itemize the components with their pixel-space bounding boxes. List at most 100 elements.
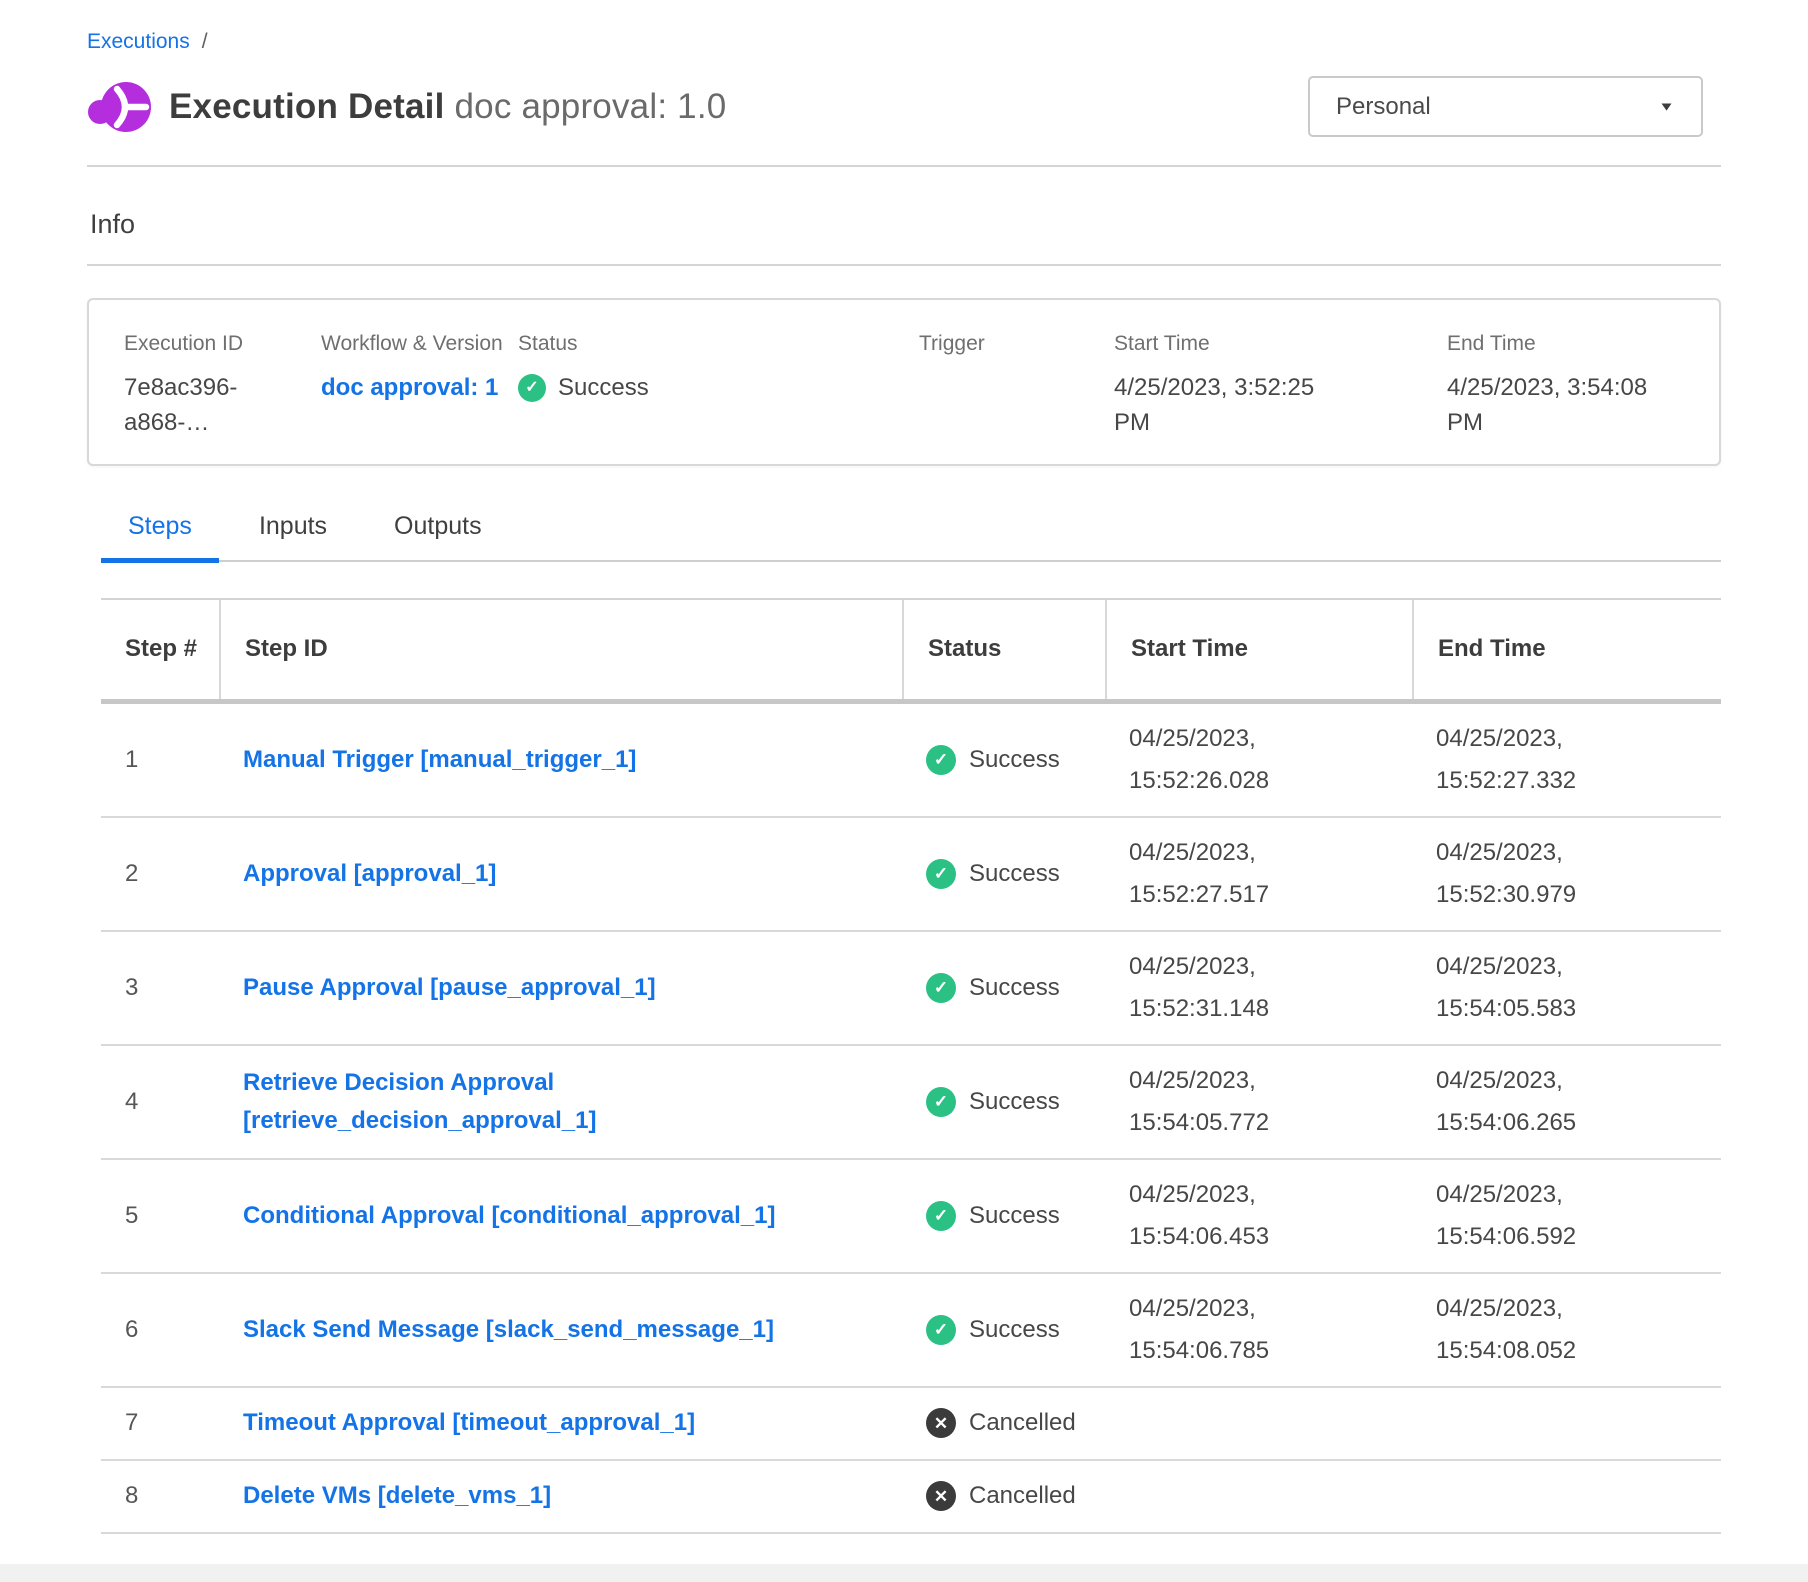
step-id-link[interactable]: Retrieve Decision Approval [retrieve_dec…	[243, 1064, 886, 1138]
info-field-execution-id: Execution ID 7e8ac396-a868-…	[124, 332, 321, 464]
title-divider	[87, 165, 1721, 167]
end-time-label: End Time	[1447, 332, 1719, 356]
success-icon: ✓	[926, 973, 956, 1003]
end-time: 04/25/2023, 15:52:30.979	[1436, 832, 1614, 916]
tab-steps[interactable]: Steps	[101, 512, 219, 563]
success-icon: ✓	[518, 374, 546, 402]
table-row: 4 Retrieve Decision Approval [retrieve_de…	[101, 1046, 1721, 1160]
status-cell: ✕ Cancelled	[902, 1408, 1105, 1438]
info-field-start-time: Start Time 4/25/2023, 3:52:25 PM	[1114, 332, 1447, 464]
step-id-link[interactable]: Slack Send Message [slack_send_message_1…	[243, 1311, 774, 1348]
info-field-workflow-version: Workflow & Version doc approval: 1	[321, 332, 518, 464]
column-header-start-time: Start Time	[1105, 600, 1412, 699]
start-time-value: 4/25/2023, 3:52:25 PM	[1114, 371, 1329, 441]
info-field-trigger: Trigger	[919, 332, 1114, 464]
status-text: Success	[969, 860, 1060, 888]
table-row: 6 Slack Send Message [slack_send_message_…	[101, 1274, 1721, 1388]
tab-bar: Steps Inputs Outputs	[101, 512, 1721, 562]
start-time-label: Start Time	[1114, 332, 1447, 356]
info-heading: Info	[90, 209, 1721, 240]
info-field-status: Status ✓ Success	[518, 332, 919, 464]
end-time: 04/25/2023, 15:54:08.052	[1436, 1288, 1614, 1372]
step-number: 2	[101, 860, 219, 888]
execution-id-value: 7e8ac396-a868-…	[124, 371, 321, 441]
workflow-version-link[interactable]: doc approval: 1	[321, 371, 518, 406]
end-time-value: 4/25/2023, 3:54:08 PM	[1447, 371, 1662, 441]
start-time: 04/25/2023, 15:52:26.028	[1129, 718, 1307, 802]
status-text: Cancelled	[969, 1409, 1076, 1437]
start-time: 04/25/2023, 15:54:06.785	[1129, 1288, 1307, 1372]
workspace-select-value: Personal	[1336, 93, 1431, 121]
status-text: Success	[969, 1316, 1060, 1344]
workspace-select[interactable]: Personal ▼	[1308, 76, 1703, 137]
status-label: Status	[518, 332, 919, 356]
workflow-logo-icon	[87, 78, 151, 136]
step-id-link[interactable]: Approval [approval_1]	[243, 855, 496, 892]
table-header: Step # Step ID Status Start Time End Tim…	[101, 598, 1721, 704]
status-value: Success	[558, 371, 649, 406]
table-row: 3 Pause Approval [pause_approval_1] ✓ Succe…	[101, 932, 1721, 1046]
step-id-link[interactable]: Manual Trigger [manual_trigger_1]	[243, 741, 636, 778]
success-icon: ✓	[926, 859, 956, 889]
column-header-status: Status	[902, 600, 1105, 699]
table-row: 8 Delete VMs [delete_vms_1] ✕Cancelled	[101, 1461, 1721, 1534]
breadcrumb-separator: /	[202, 30, 208, 54]
step-number: 5	[101, 1202, 219, 1230]
step-id-link[interactable]: Timeout Approval [timeout_approval_1]	[243, 1404, 695, 1441]
step-number: 7	[101, 1409, 219, 1437]
success-icon: ✓	[926, 745, 956, 775]
status-text: Success	[969, 746, 1060, 774]
table-row: 1 Manual Trigger [manual_trigger_1] ✓ Succe…	[101, 704, 1721, 818]
page-subtitle: doc approval: 1.0	[455, 87, 727, 126]
success-icon: ✓	[926, 1087, 956, 1117]
step-number: 4	[101, 1088, 219, 1116]
step-id-link[interactable]: Pause Approval [pause_approval_1]	[243, 969, 656, 1006]
trigger-label: Trigger	[919, 332, 1114, 356]
chevron-down-icon: ▼	[1658, 99, 1675, 113]
end-time: 04/25/2023, 15:52:27.332	[1436, 718, 1614, 802]
step-number: 6	[101, 1316, 219, 1344]
tab-inputs[interactable]: Inputs	[232, 512, 354, 563]
page-title: Execution Detail	[169, 87, 445, 126]
execution-detail-page: Executions / Execution Detail doc approva…	[0, 0, 1808, 1534]
start-time: 04/25/2023, 15:52:31.148	[1129, 946, 1307, 1030]
status-text: Success	[969, 1202, 1060, 1230]
status-text: Success	[969, 974, 1060, 1002]
info-divider	[87, 264, 1721, 266]
status-cell: ✓ Success	[902, 973, 1105, 1003]
step-number: 1	[101, 746, 219, 774]
start-time: 04/25/2023, 15:54:06.453	[1129, 1174, 1307, 1258]
cancelled-icon: ✕	[926, 1408, 956, 1438]
step-number: 3	[101, 974, 219, 1002]
status-text: Success	[969, 1088, 1060, 1116]
end-time: 04/25/2023, 15:54:06.592	[1436, 1174, 1614, 1258]
start-time: 04/25/2023, 15:54:05.772	[1129, 1060, 1307, 1144]
column-header-step-id: Step ID	[219, 600, 902, 699]
status-cell: ✓ Success	[902, 1201, 1105, 1231]
status-cell: ✓ Success	[902, 859, 1105, 889]
status-cell: ✓ Success	[902, 745, 1105, 775]
column-header-step-number: Step #	[101, 600, 219, 699]
breadcrumb-executions-link[interactable]: Executions	[87, 30, 190, 54]
status-cell: ✓Success	[902, 1315, 1105, 1345]
table-row: 5 Conditional Approval [conditional_appro…	[101, 1160, 1721, 1274]
end-time: 04/25/2023, 15:54:06.265	[1436, 1060, 1614, 1144]
info-field-end-time: End Time 4/25/2023, 3:54:08 PM	[1447, 332, 1719, 464]
table-row: 7 Timeout Approval [timeout_approval_1] ✕ C…	[101, 1388, 1721, 1461]
steps-table: Step # Step ID Status Start Time End Tim…	[101, 598, 1721, 1534]
breadcrumb: Executions /	[87, 0, 1721, 54]
success-icon: ✓	[926, 1201, 956, 1231]
table-row: 2 Approval [approval_1] ✓ Success 04/25/2023…	[101, 818, 1721, 932]
info-card: Execution ID 7e8ac396-a868-… Workflow & …	[87, 298, 1721, 466]
step-id-link[interactable]: Delete VMs [delete_vms_1]	[243, 1477, 551, 1514]
tab-outputs[interactable]: Outputs	[367, 512, 509, 563]
workflow-version-label: Workflow & Version	[321, 332, 518, 356]
status-cell: ✓ Success	[902, 1087, 1105, 1117]
status-text: Cancelled	[969, 1482, 1076, 1510]
step-number: 8	[101, 1482, 219, 1510]
table-body: 1 Manual Trigger [manual_trigger_1] ✓ Succe…	[101, 704, 1721, 1534]
status-cell: ✕Cancelled	[902, 1481, 1105, 1511]
step-id-link[interactable]: Conditional Approval [conditional_approv…	[243, 1197, 776, 1234]
page-bottom-strip	[0, 1564, 1808, 1582]
title-row: Execution Detail doc approval: 1.0 Person…	[87, 76, 1721, 137]
